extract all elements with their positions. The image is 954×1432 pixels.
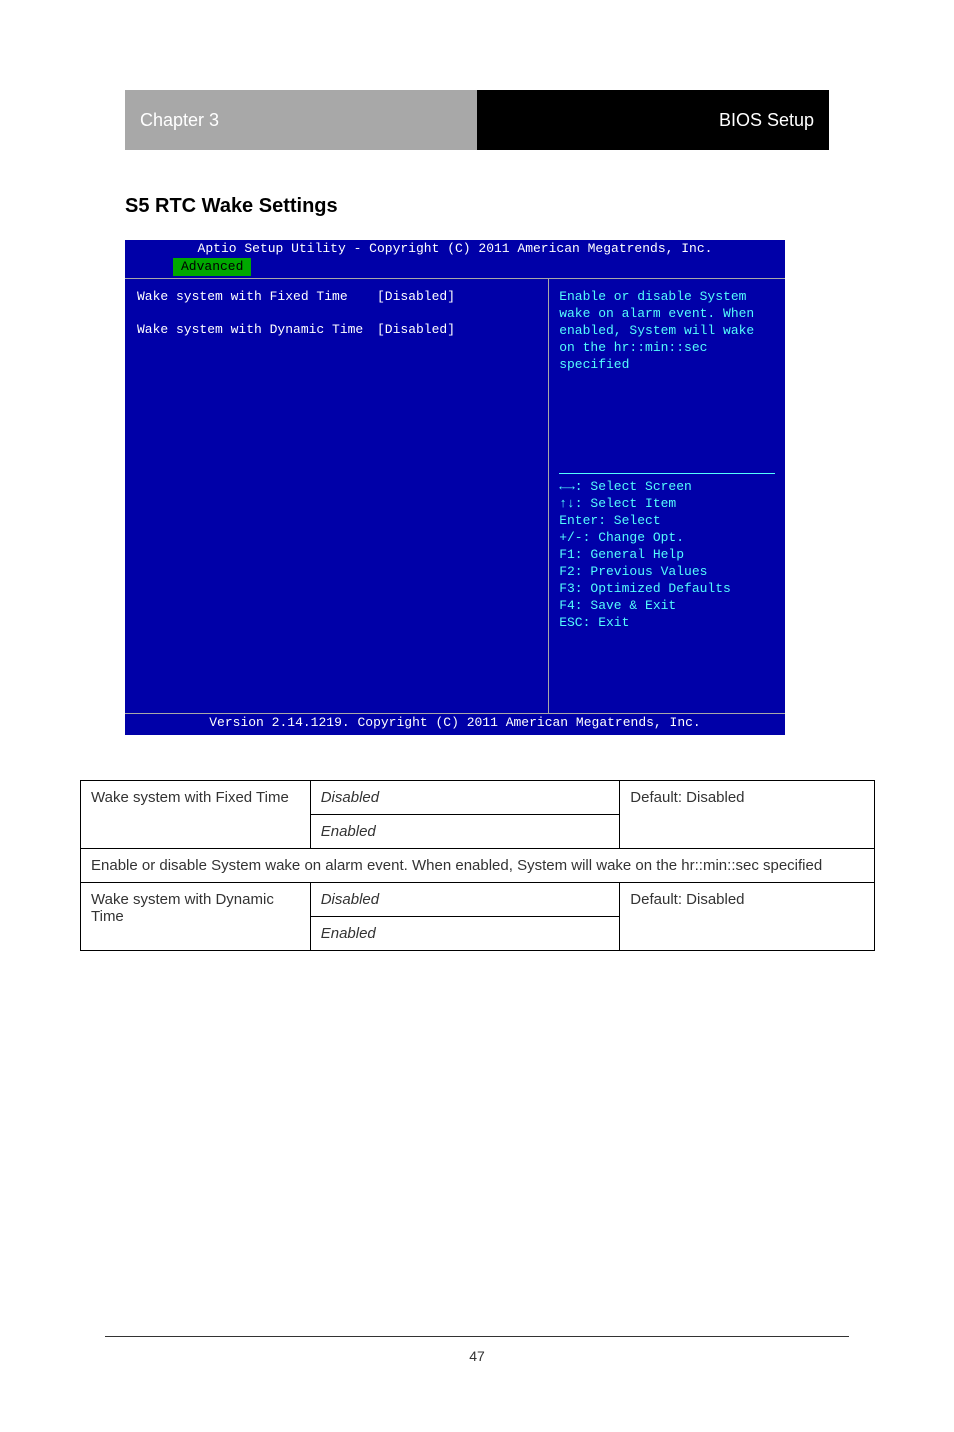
table-cell-description: Enable or disable System wake on alarm e… [81, 849, 875, 883]
bios-row-wake-dynamic[interactable]: Wake system with Dynamic Time [Disabled] [137, 322, 536, 337]
table-cell-option: Wake system with Dynamic Time [81, 883, 311, 951]
bios-screenshot: Aptio Setup Utility - Copyright (C) 2011… [125, 240, 785, 735]
header-left: Chapter 3 [125, 90, 477, 150]
table-row: Enable or disable System wake on alarm e… [81, 849, 875, 883]
table-cell-option: Wake system with Fixed Time [81, 781, 311, 849]
table-cell-value: Enabled [310, 815, 620, 849]
bios-value: [Disabled] [377, 289, 455, 304]
keyhelp-line: Enter: Select [559, 513, 775, 530]
bios-key-help: ←→: Select Screen ↑↓: Select Item Enter:… [559, 479, 775, 631]
table-row: Wake system with Fixed Time Disabled Def… [81, 781, 875, 815]
table-cell-default: Default: Disabled [620, 781, 875, 849]
bios-tabs: Advanced [125, 258, 785, 278]
keyhelp-line: F3: Optimized Defaults [559, 581, 775, 598]
keyhelp-line: ESC: Exit [559, 615, 775, 632]
bios-footer: Version 2.14.1219. Copyright (C) 2011 Am… [125, 713, 785, 731]
bios-title-bar: Aptio Setup Utility - Copyright (C) 2011… [125, 240, 785, 258]
table-cell-value: Disabled [310, 781, 620, 815]
table-row: Wake system with Dynamic Time Disabled D… [81, 883, 875, 917]
bios-row-wake-fixed[interactable]: Wake system with Fixed Time [Disabled] [137, 289, 536, 304]
bios-divider [559, 473, 775, 474]
keyhelp-line: ↑↓: Select Item [559, 496, 775, 513]
keyhelp-line: F1: General Help [559, 547, 775, 564]
bios-value: [Disabled] [377, 322, 455, 337]
bios-left-panel: Wake system with Fixed Time [Disabled] W… [125, 279, 549, 713]
table-cell-value: Disabled [310, 883, 620, 917]
header-right: BIOS Setup [477, 90, 829, 150]
section-title: S5 RTC Wake Settings [125, 195, 338, 218]
bios-content: Wake system with Fixed Time [Disabled] W… [125, 278, 785, 713]
bios-tab-advanced[interactable]: Advanced [173, 258, 251, 276]
bios-label: Wake system with Dynamic Time [137, 322, 377, 337]
page-divider [105, 1336, 849, 1337]
table-cell-default: Default: Disabled [620, 883, 875, 951]
page-number: 47 [469, 1348, 485, 1364]
keyhelp-line: F2: Previous Values [559, 564, 775, 581]
page-header: Chapter 3 BIOS Setup [125, 90, 829, 150]
keyhelp-line: +/-: Change Opt. [559, 530, 775, 547]
table-cell-value: Enabled [310, 917, 620, 951]
description-table: Wake system with Fixed Time Disabled Def… [80, 780, 875, 951]
bios-label: Wake system with Fixed Time [137, 289, 377, 304]
bios-right-panel: Enable or disable System wake on alarm e… [549, 279, 785, 713]
keyhelp-line: ←→: Select Screen [559, 479, 775, 496]
keyhelp-line: F4: Save & Exit [559, 598, 775, 615]
bios-help-text: Enable or disable System wake on alarm e… [559, 289, 775, 373]
